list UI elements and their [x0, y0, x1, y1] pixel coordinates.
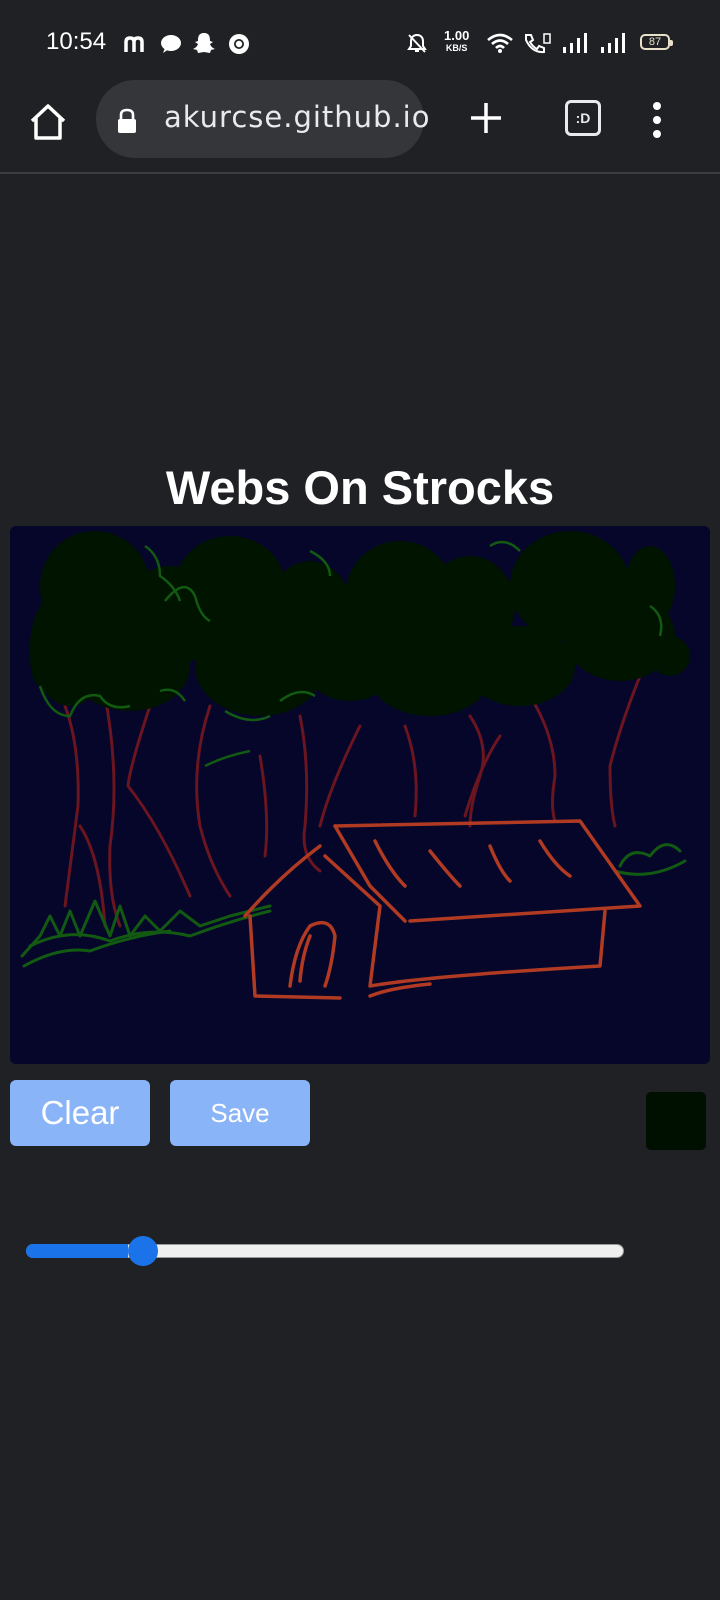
message-icon	[161, 35, 181, 53]
status-bar: 10:54 1.00 KB/S 87	[0, 0, 720, 78]
signal-icon	[563, 33, 587, 53]
m-app-icon	[124, 36, 144, 52]
snapchat-icon	[193, 33, 215, 53]
clear-button[interactable]: Clear	[10, 1080, 150, 1146]
mute-icon	[407, 33, 427, 53]
net-speed-value: 1.00	[444, 28, 470, 43]
more-vert-icon[interactable]	[652, 100, 662, 140]
plus-icon[interactable]	[468, 100, 504, 136]
save-button[interactable]: Save	[170, 1080, 310, 1146]
color-picker[interactable]	[646, 1092, 706, 1150]
tree-canopy	[30, 531, 690, 716]
chrome-icon	[229, 34, 249, 54]
net-speed: 1.00 KB/S	[444, 28, 470, 54]
tree-trunks	[63, 674, 642, 928]
brush-size-slider[interactable]	[26, 1236, 626, 1266]
signal-icon-2	[601, 33, 625, 53]
net-speed-unit: KB/S	[445, 43, 468, 53]
address-bar[interactable]: akurcse.github.io	[96, 80, 429, 158]
grass	[20, 843, 687, 968]
call-icon	[525, 33, 551, 54]
slider-fill	[26, 1244, 128, 1258]
browser-toolbar: akurcse.github.io :D	[0, 78, 720, 174]
page-title: Webs On Strocks	[165, 461, 555, 514]
home-icon[interactable]	[26, 100, 70, 144]
url-text[interactable]: akurcse.github.io	[164, 100, 430, 134]
drawing-canvas-artwork	[20, 531, 690, 1000]
drawing-canvas[interactable]	[10, 526, 710, 1064]
status-time: 10:54	[46, 28, 107, 55]
slider-thumb[interactable]	[127, 1236, 158, 1266]
lock-icon	[118, 108, 136, 133]
battery-indicator: 87	[640, 34, 673, 50]
wifi-icon	[487, 33, 513, 53]
tab-switcher-icon[interactable]: :D	[565, 100, 601, 136]
